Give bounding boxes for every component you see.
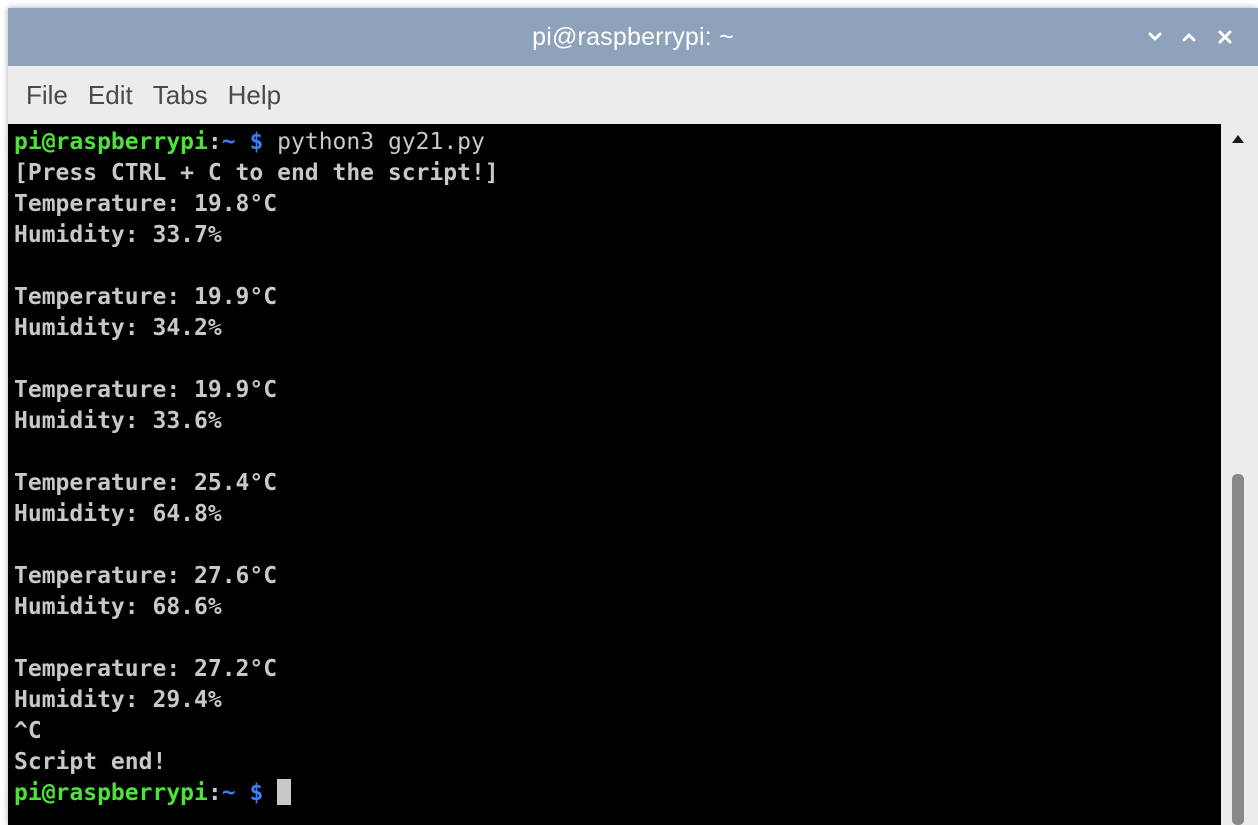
prompt-line: pi@raspberrypi:~ $	[14, 778, 292, 809]
output-line: Humidity: 68.6%	[14, 594, 222, 620]
chevron-up-icon	[1182, 33, 1196, 42]
output-line: [Press CTRL + C to end the script!]	[14, 160, 499, 186]
triangle-up-icon[interactable]	[1231, 134, 1245, 144]
output-line: Humidity: 64.8%	[14, 501, 222, 527]
output-line: Script end!	[14, 749, 167, 775]
window-title: pi@raspberrypi: ~	[532, 23, 734, 51]
output-line: Temperature: 27.2°C	[14, 656, 278, 682]
prompt-dollar: $	[249, 780, 264, 806]
output-line: Temperature: 19.9°C	[14, 377, 278, 403]
minimize-button[interactable]	[1144, 26, 1166, 48]
menu-help[interactable]: Help	[220, 66, 289, 124]
output-line: Humidity: 34.2%	[14, 315, 222, 341]
output-line: Temperature: 19.9°C	[14, 284, 278, 310]
output-line: Humidity: 33.7%	[14, 222, 222, 248]
output-line: Temperature: 19.8°C	[14, 191, 278, 217]
menu-bar: File Edit Tabs Help	[8, 66, 1258, 124]
output-line: Temperature: 25.4°C	[14, 470, 278, 496]
output-line: ^C	[14, 718, 42, 744]
terminal-window: pi@raspberrypi: ~ File Edit Tabs Help pi…	[8, 8, 1258, 825]
vertical-scrollbar[interactable]	[1221, 124, 1258, 825]
chevron-down-icon	[1148, 32, 1162, 41]
output-line: Humidity: 29.4%	[14, 687, 222, 713]
text-cursor	[277, 779, 292, 805]
prompt-separator: :	[207, 129, 222, 155]
prompt-separator: :	[207, 780, 222, 806]
title-bar[interactable]: pi@raspberrypi: ~	[8, 8, 1258, 66]
prompt-user-host: pi@raspberrypi	[14, 780, 208, 806]
prompt-line: pi@raspberrypi:~ $ python3 gy21.py	[14, 127, 485, 158]
close-icon	[1218, 30, 1232, 44]
prompt-path: ~	[221, 129, 236, 155]
close-button[interactable]	[1214, 26, 1236, 48]
maximize-button[interactable]	[1178, 26, 1200, 48]
menu-tabs[interactable]: Tabs	[145, 66, 216, 124]
prompt-dollar: $	[249, 129, 264, 155]
terminal-output[interactable]: pi@raspberrypi:~ $ python3 gy21.py [Pres…	[8, 124, 1221, 825]
menu-file[interactable]: File	[18, 66, 76, 124]
output-line: Temperature: 27.6°C	[14, 563, 278, 589]
prompt-path: ~	[221, 780, 236, 806]
output-line: Humidity: 33.6%	[14, 408, 222, 434]
prompt-user-host: pi@raspberrypi	[14, 129, 208, 155]
menu-edit[interactable]: Edit	[80, 66, 141, 124]
command-text: python3 gy21.py	[277, 129, 485, 155]
scrollbar-thumb[interactable]	[1232, 474, 1244, 825]
